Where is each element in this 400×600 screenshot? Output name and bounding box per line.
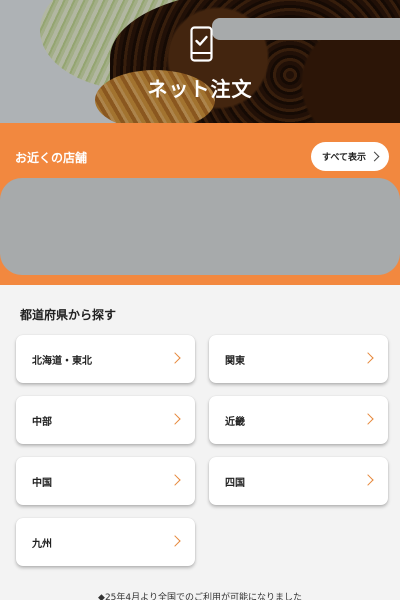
region-label: 北海道・東北 — [32, 355, 92, 367]
region-label: 中国 — [32, 477, 52, 489]
region-button-kyushu[interactable]: 九州 — [16, 518, 195, 566]
region-button-chugoku[interactable]: 中国 — [16, 457, 195, 505]
nearby-store-card-redacted[interactable] — [0, 178, 400, 275]
region-button-kinki[interactable]: 近畿 — [209, 396, 388, 444]
chevron-right-icon — [169, 413, 181, 425]
region-button-kanto[interactable]: 関東 — [209, 335, 388, 383]
redacted-block — [212, 18, 400, 40]
footer-note: ◆25年4月より全国でのご利用が可能になりました — [98, 593, 302, 600]
view-all-button[interactable]: すべて表示 — [311, 142, 389, 171]
region-label: 近畿 — [225, 416, 245, 428]
nearby-stores-title: お近くの店舗 — [15, 151, 88, 165]
chevron-right-icon — [169, 474, 181, 486]
region-label: 四国 — [225, 477, 245, 489]
chevron-right-icon — [362, 352, 374, 364]
prefecture-section-title: 都道府県から探す — [20, 308, 117, 322]
chevron-right-icon — [169, 535, 181, 547]
region-button-hokkaido-tohoku[interactable]: 北海道・東北 — [16, 335, 195, 383]
region-button-chubu[interactable]: 中部 — [16, 396, 195, 444]
chevron-right-icon — [362, 413, 374, 425]
region-label: 九州 — [32, 538, 52, 550]
phone-check-icon — [190, 26, 213, 62]
view-all-label: すべて表示 — [321, 153, 366, 163]
nearby-stores-section: お近くの店舗 すべて表示 — [0, 123, 400, 285]
hero-banner: ネット注文 — [0, 0, 400, 123]
chevron-right-icon — [169, 352, 181, 364]
chevron-right-icon — [362, 474, 374, 486]
chevron-right-icon — [369, 151, 380, 162]
page-title: ネット注文 — [147, 77, 253, 101]
region-label: 関東 — [225, 355, 245, 367]
region-button-shikoku[interactable]: 四国 — [209, 457, 388, 505]
region-label: 中部 — [32, 416, 52, 428]
